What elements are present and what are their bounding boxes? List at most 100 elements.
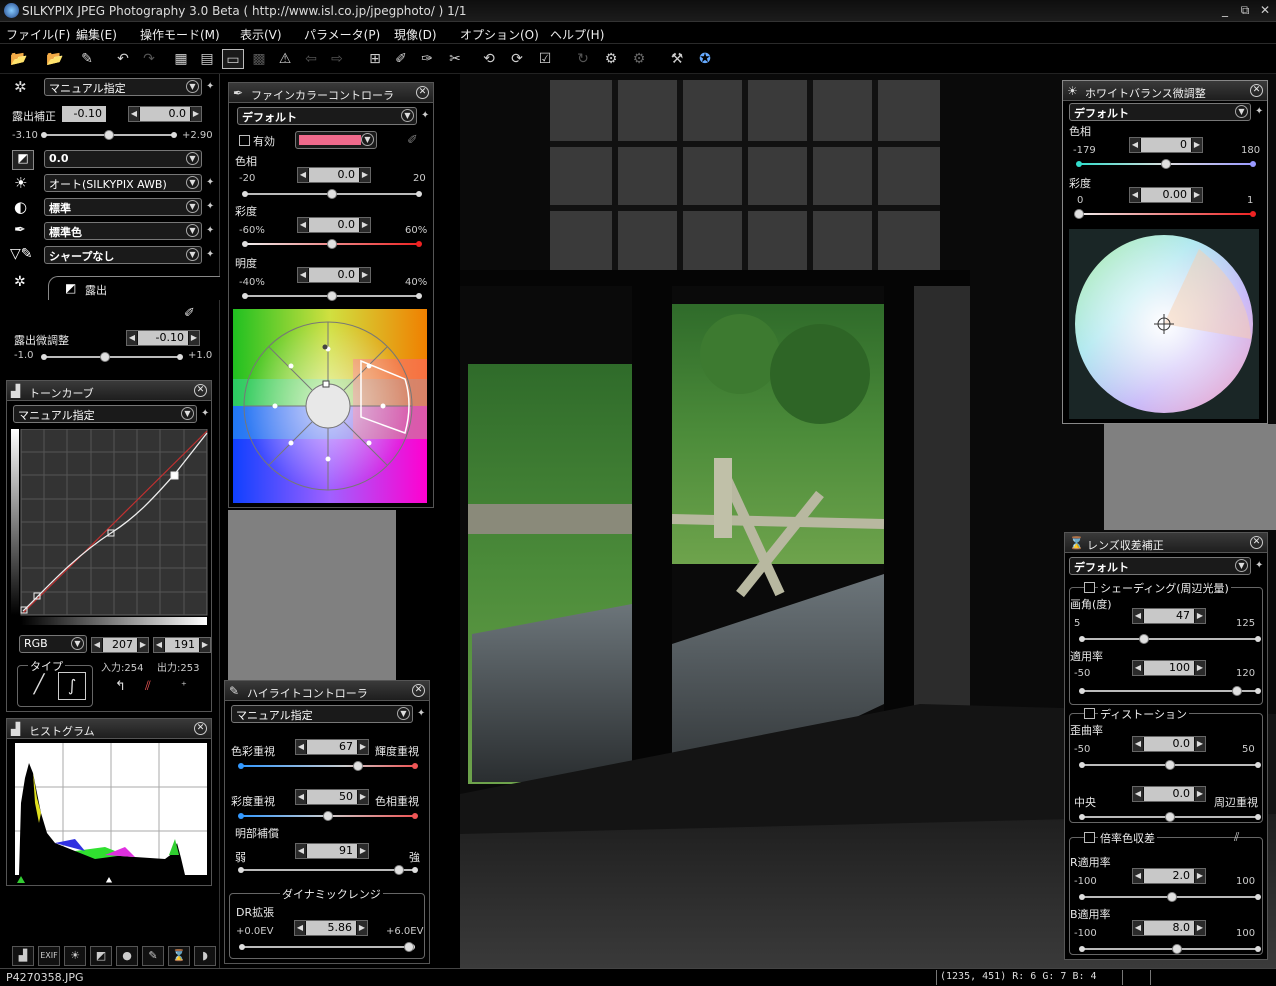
add-curve-icon[interactable]: ✦ bbox=[201, 408, 209, 419]
tab-exposure[interactable]: ◩ 露出 bbox=[48, 276, 220, 300]
spin-left-icon[interactable]: ◀ bbox=[1133, 737, 1143, 751]
fine-exposure-slider[interactable] bbox=[41, 352, 183, 362]
spin-right-icon[interactable]: ▶ bbox=[1195, 609, 1205, 623]
exposure-spin[interactable]: ◀ 0.0 ▶ bbox=[128, 106, 202, 122]
spin-value[interactable]: 191 bbox=[165, 638, 199, 652]
spin-right-icon[interactable]: ▶ bbox=[191, 107, 201, 121]
angle-spin[interactable]: ◀ 47 ▶ bbox=[1132, 608, 1206, 624]
spin-left-icon[interactable]: ◀ bbox=[1133, 921, 1143, 935]
saturation-slider[interactable] bbox=[242, 239, 422, 249]
filmstrip-view-icon[interactable]: ▤ bbox=[196, 49, 218, 69]
spin-left-icon[interactable]: ◀ bbox=[298, 268, 308, 282]
dropper-icon[interactable]: ✐ bbox=[390, 49, 412, 69]
spin-right-icon[interactable]: ▶ bbox=[358, 790, 368, 804]
scissors-icon[interactable]: ✂ bbox=[444, 49, 466, 69]
spin-right-icon[interactable]: ▶ bbox=[1195, 921, 1205, 935]
gears-icon[interactable]: ✲ bbox=[14, 274, 26, 290]
lens-preset-dropdown[interactable]: デフォルト ▼ bbox=[1069, 557, 1251, 575]
spin-left-icon[interactable]: ◀ bbox=[154, 638, 164, 652]
spin-right-icon[interactable]: ▶ bbox=[1192, 138, 1202, 152]
add-preset-icon[interactable]: ✦ bbox=[206, 81, 214, 92]
spin-value[interactable]: 0.0 bbox=[309, 268, 359, 282]
spin-left-icon[interactable]: ◀ bbox=[296, 740, 306, 754]
close-icon[interactable]: ✕ bbox=[194, 384, 207, 397]
curve-input-spin[interactable]: ◀ 207 ▶ bbox=[91, 637, 149, 653]
highlight-a-slider[interactable] bbox=[238, 761, 418, 771]
menu-help[interactable]: ヘルプ(H) bbox=[550, 26, 604, 43]
dropper-icon[interactable]: ⫽ bbox=[1234, 830, 1239, 845]
dr-spin[interactable]: ◀ 5.86 ▶ bbox=[294, 920, 368, 936]
spin-left-icon[interactable]: ◀ bbox=[295, 921, 305, 935]
brightness-slider[interactable] bbox=[242, 291, 422, 301]
spin-value[interactable]: 0.0 bbox=[140, 107, 190, 121]
spin-right-icon[interactable]: ▶ bbox=[358, 844, 368, 858]
add-wb-preset-icon[interactable]: ✦ bbox=[1255, 106, 1263, 117]
lens-icon[interactable]: ⌛ bbox=[168, 946, 190, 966]
curve-pick-icon[interactable]: ↰ bbox=[115, 679, 126, 694]
slider-knob[interactable] bbox=[323, 811, 333, 821]
spin-right-icon[interactable]: ▶ bbox=[200, 638, 210, 652]
tone-icon[interactable]: ◩ bbox=[12, 150, 34, 170]
restore-button[interactable]: ⧉ bbox=[1236, 3, 1254, 19]
dropper-icon[interactable]: ✐ bbox=[407, 133, 418, 148]
center-slider[interactable] bbox=[1079, 812, 1261, 822]
angle-slider[interactable] bbox=[1079, 634, 1261, 644]
exif-icon[interactable]: EXIF bbox=[38, 946, 60, 966]
spin-left-icon[interactable]: ◀ bbox=[1130, 188, 1140, 202]
target-color-dropdown[interactable]: ▼ bbox=[295, 131, 377, 149]
develop-icon[interactable]: ⚙ bbox=[600, 49, 622, 69]
settings-gear-icon[interactable]: ✲ bbox=[14, 78, 27, 96]
single-view-icon[interactable]: ▭ bbox=[222, 49, 244, 69]
add-lens-icon[interactable]: ✦ bbox=[1255, 560, 1263, 571]
close-icon[interactable]: ✕ bbox=[1250, 536, 1263, 549]
menu-mode[interactable]: 操作モード(M) bbox=[140, 26, 220, 43]
spin-left-icon[interactable]: ◀ bbox=[127, 331, 137, 345]
add-highlight-icon[interactable]: ✦ bbox=[417, 708, 425, 719]
spin-value[interactable]: 91 bbox=[307, 844, 357, 858]
close-icon[interactable]: ✕ bbox=[1250, 84, 1263, 97]
spin-right-icon[interactable]: ▶ bbox=[357, 921, 367, 935]
histogram-icon[interactable]: ▟ bbox=[12, 946, 34, 966]
brightness-spin[interactable]: ◀ 0.0 ▶ bbox=[297, 267, 371, 283]
highlight-icon[interactable]: ✎ bbox=[142, 946, 164, 966]
tone-curve-graph[interactable] bbox=[11, 429, 209, 625]
spin-left-icon[interactable]: ◀ bbox=[298, 168, 308, 182]
check-icon[interactable]: ☑ bbox=[534, 49, 556, 69]
r-apply-slider[interactable] bbox=[1079, 892, 1261, 902]
add-fine-color-icon[interactable]: ✦ bbox=[421, 110, 429, 121]
exposure-slider[interactable] bbox=[41, 130, 177, 140]
fine-color-enabled-checkbox[interactable] bbox=[239, 135, 250, 146]
add-contrast-icon[interactable]: ✦ bbox=[206, 201, 214, 212]
warning-icon[interactable]: ⚠ bbox=[274, 49, 296, 69]
slider-knob[interactable] bbox=[327, 189, 337, 199]
menu-parameter[interactable]: パラメータ(P) bbox=[304, 26, 380, 43]
spin-right-icon[interactable]: ▶ bbox=[360, 268, 370, 282]
tone-dropdown[interactable]: 0.0 ▼ bbox=[44, 150, 202, 168]
saturation-spin[interactable]: ◀ 0.0 ▶ bbox=[297, 217, 371, 233]
spin-left-icon[interactable]: ◀ bbox=[1133, 609, 1143, 623]
b-apply-slider[interactable] bbox=[1079, 944, 1261, 954]
spin-value[interactable]: 0.0 bbox=[1144, 737, 1194, 751]
spin-right-icon[interactable]: ▶ bbox=[358, 740, 368, 754]
spin-value[interactable]: 0.0 bbox=[309, 218, 359, 232]
add-sharp-icon[interactable]: ✦ bbox=[206, 249, 214, 260]
spin-value[interactable]: 0 bbox=[1141, 138, 1191, 152]
grid-view-icon[interactable]: ▦ bbox=[170, 49, 192, 69]
spin-value[interactable]: 0.0 bbox=[1144, 787, 1194, 801]
spin-left-icon[interactable]: ◀ bbox=[1133, 787, 1143, 801]
redo-icon[interactable]: ↷ bbox=[138, 49, 160, 69]
highlight-c-slider[interactable] bbox=[238, 865, 418, 875]
color-icon[interactable]: ● bbox=[116, 946, 138, 966]
slider-knob[interactable] bbox=[1165, 760, 1175, 770]
fine-exposure-spin[interactable]: ◀ -0.10 ▶ bbox=[126, 330, 200, 346]
add-wb-icon[interactable]: ✦ bbox=[206, 177, 214, 188]
spin-left-icon[interactable]: ◀ bbox=[1130, 138, 1140, 152]
spin-value[interactable]: 207 bbox=[103, 638, 137, 652]
highlight-b-slider[interactable] bbox=[238, 811, 418, 821]
sharpness-dropdown[interactable]: シャープなし ▼ bbox=[44, 246, 202, 264]
close-button[interactable]: ✕ bbox=[1256, 3, 1274, 19]
linear-curve-icon[interactable]: ╱ bbox=[26, 674, 52, 700]
crop-icon[interactable]: ⊞ bbox=[364, 49, 386, 69]
slider-knob[interactable] bbox=[403, 942, 414, 952]
spin-value[interactable]: 100 bbox=[1144, 661, 1194, 675]
